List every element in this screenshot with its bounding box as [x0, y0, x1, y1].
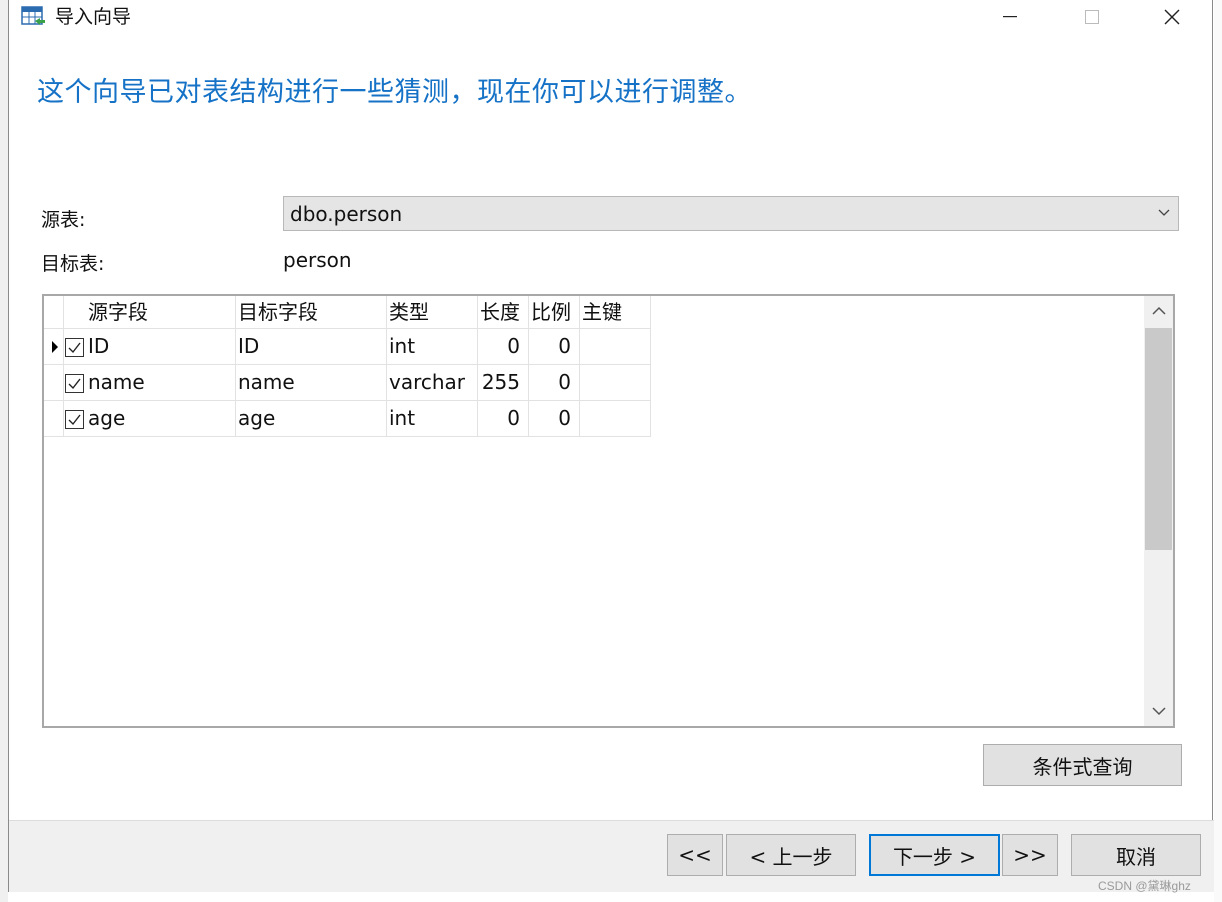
desktop-left-strip [0, 0, 8, 902]
column-header-length[interactable]: 长度 [478, 296, 529, 329]
row-checkbox-cell[interactable] [64, 401, 86, 437]
field-mapping-grid[interactable]: 源字段 目标字段 类型 长度 比例 主键 ID ID int 0 0 name … [42, 294, 1175, 728]
import-wizard-window: 导入向导 这个向导已对表结构进行一些猜测，现在你可以进行调整。 源表: dbo.… [8, 0, 1214, 892]
table-row[interactable]: name name varchar 255 0 [44, 365, 654, 401]
current-row-arrow-icon [52, 341, 58, 353]
source-table-label: 源表: [41, 209, 86, 231]
cancel-button[interactable]: 取消 [1071, 834, 1201, 876]
minimize-button[interactable] [987, 0, 1033, 34]
source-table-value: dbo.person [290, 202, 403, 226]
source-field-cell[interactable]: ID [86, 329, 236, 365]
target-table-label: 目标表: [41, 253, 105, 275]
row-checkbox[interactable] [65, 410, 84, 429]
scroll-down-button[interactable] [1144, 696, 1173, 726]
column-header-type[interactable]: 类型 [387, 296, 478, 329]
row-checkbox-cell[interactable] [64, 329, 86, 365]
column-header-source-field[interactable]: 源字段 [86, 296, 236, 329]
primary-key-cell[interactable] [580, 401, 651, 437]
row-checkbox-cell[interactable] [64, 365, 86, 401]
chevron-down-icon [1151, 707, 1166, 716]
length-cell[interactable]: 0 [478, 401, 529, 437]
previous-step-button[interactable]: < 上一步 [726, 834, 856, 876]
scale-cell[interactable]: 0 [529, 365, 580, 401]
grid-header-row: 源字段 目标字段 类型 长度 比例 主键 [44, 296, 654, 329]
target-field-cell[interactable]: ID [236, 329, 387, 365]
row-header[interactable] [44, 329, 64, 365]
close-button[interactable] [1149, 0, 1195, 34]
next-step-button[interactable]: 下一步 > [869, 834, 1000, 876]
column-header-primary-key[interactable]: 主键 [580, 296, 651, 329]
target-field-cell[interactable]: name [236, 365, 387, 401]
import-table-icon [21, 6, 47, 28]
chevron-up-icon [1151, 306, 1166, 315]
scroll-up-button[interactable] [1144, 296, 1173, 326]
source-table-dropdown[interactable]: dbo.person [283, 196, 1179, 231]
type-cell[interactable]: varchar [387, 365, 478, 401]
table-row[interactable]: age age int 0 0 [44, 401, 654, 437]
chevron-down-icon [1158, 202, 1170, 226]
column-header-scale[interactable]: 比例 [529, 296, 580, 329]
length-cell[interactable]: 0 [478, 329, 529, 365]
row-checkbox[interactable] [65, 374, 84, 393]
wizard-heading: 这个向导已对表结构进行一些猜测，现在你可以进行调整。 [37, 77, 752, 108]
desktop-right-strip [1214, 0, 1222, 902]
condition-query-button[interactable]: 条件式查询 [983, 744, 1182, 786]
scroll-thumb[interactable] [1145, 328, 1172, 550]
watermark: CSDN @黛琳ghz [1098, 879, 1191, 893]
maximize-icon [1085, 10, 1099, 24]
row-header-corner [44, 296, 64, 329]
scale-cell[interactable]: 0 [529, 401, 580, 437]
target-field-cell[interactable]: age [236, 401, 387, 437]
checkmark-icon [68, 414, 81, 426]
row-checkbox[interactable] [65, 338, 84, 357]
close-icon [1164, 9, 1180, 25]
primary-key-cell[interactable] [580, 365, 651, 401]
row-header[interactable] [44, 401, 64, 437]
window-title: 导入向导 [55, 6, 132, 28]
first-step-button[interactable]: << [667, 834, 723, 876]
row-header[interactable] [44, 365, 64, 401]
type-cell[interactable]: int [387, 401, 478, 437]
length-cell[interactable]: 255 [478, 365, 529, 401]
primary-key-cell[interactable] [580, 329, 651, 365]
last-step-button[interactable]: >> [1002, 834, 1058, 876]
minimize-icon [1003, 16, 1017, 18]
scale-cell[interactable]: 0 [529, 329, 580, 365]
checkmark-icon [68, 342, 81, 354]
maximize-button[interactable] [1069, 0, 1115, 34]
title-bar[interactable]: 导入向导 [9, 0, 1214, 34]
source-field-cell[interactable]: name [86, 365, 236, 401]
target-table-value: person [283, 248, 352, 272]
column-header-target-field[interactable]: 目标字段 [236, 296, 387, 329]
source-field-cell[interactable]: age [86, 401, 236, 437]
table-row[interactable]: ID ID int 0 0 [44, 329, 654, 365]
checkbox-column-header [64, 296, 86, 329]
checkmark-icon [68, 378, 81, 390]
grid-vertical-scrollbar[interactable] [1144, 296, 1173, 726]
type-cell[interactable]: int [387, 329, 478, 365]
